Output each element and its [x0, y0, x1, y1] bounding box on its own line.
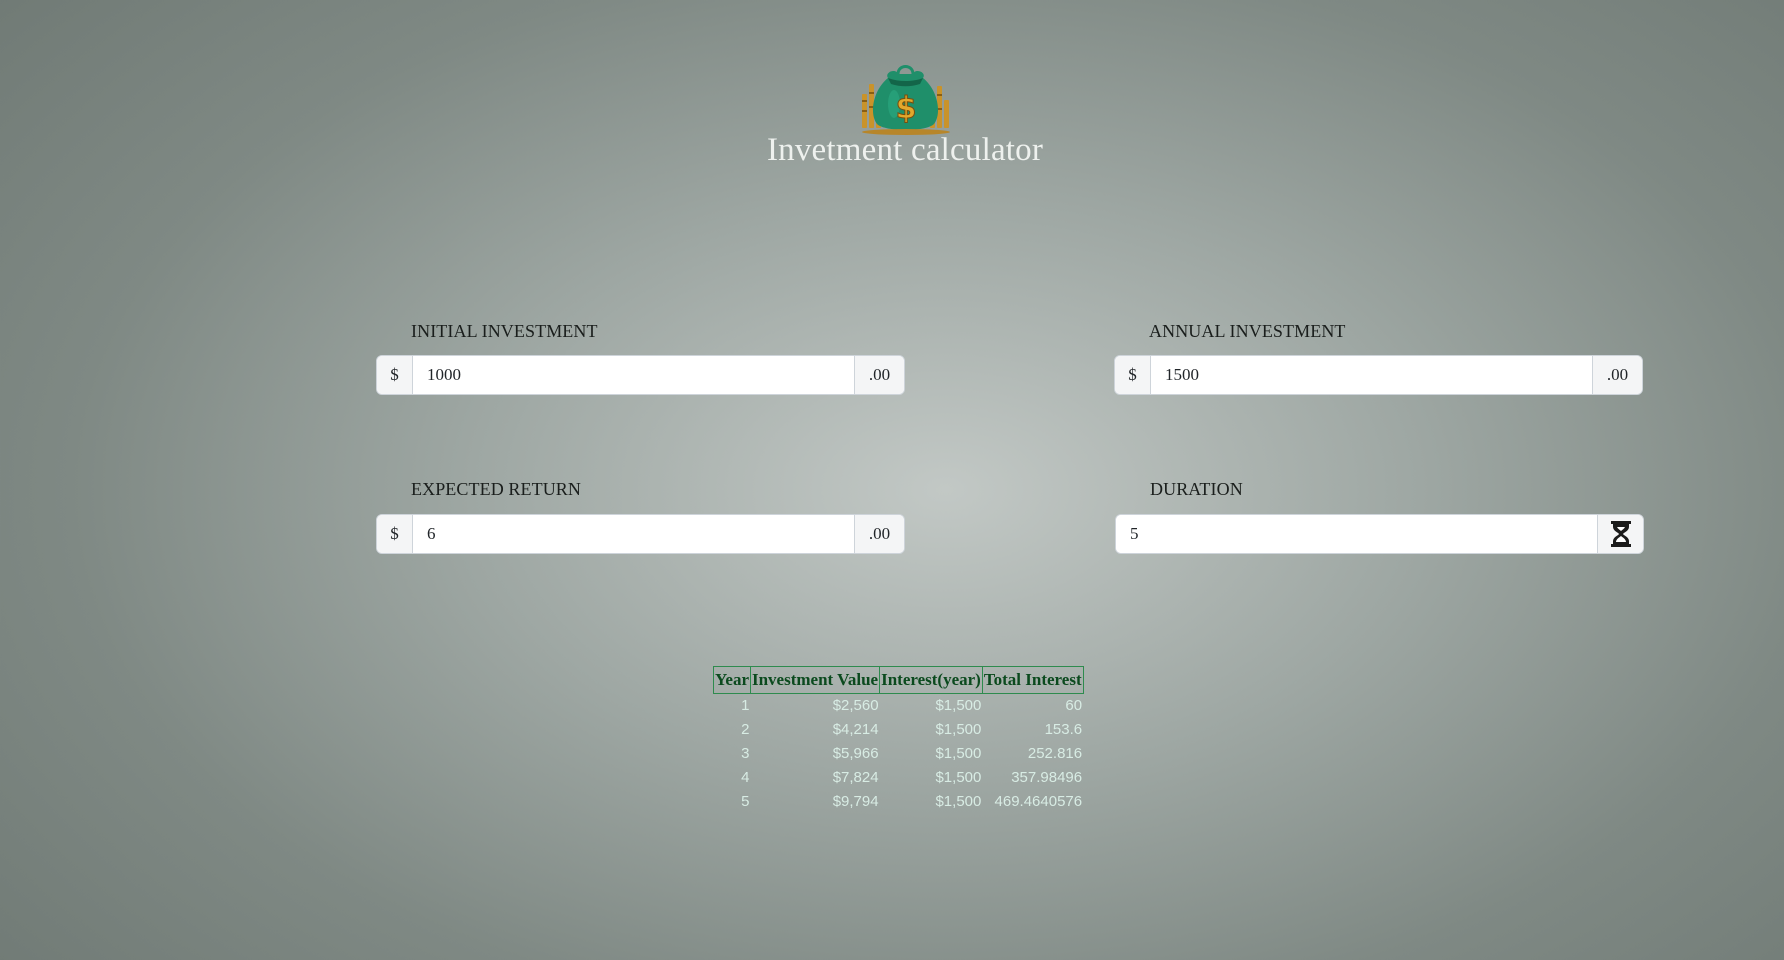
cell-total-interest: 357.98496 [1011, 769, 1083, 786]
cell-investment-value: $7,824 [832, 769, 879, 786]
currency-prefix: $ [1115, 356, 1151, 394]
cell-total-interest: 60 [1065, 697, 1083, 714]
cell-total-interest: 252.816 [1027, 745, 1083, 762]
cell-interest-year: $1,500 [935, 745, 982, 762]
cell-year: 2 [741, 721, 750, 738]
cell-interest-year: $1,500 [935, 697, 982, 714]
decimal-suffix: .00 [854, 356, 904, 394]
initial-investment-group: $ .00 [376, 355, 905, 395]
cell-year: 3 [741, 745, 750, 762]
cell-year: 4 [741, 769, 750, 786]
column-header-year: Year [713, 666, 751, 694]
currency-prefix: $ [377, 356, 413, 394]
annual-investment-input[interactable] [1151, 356, 1592, 394]
svg-text:$: $ [896, 91, 917, 126]
results-table: Year Investment Value Interest(year) Tot… [713, 666, 1084, 814]
currency-prefix: $ [377, 515, 413, 553]
cell-total-interest: 469.4640576 [994, 793, 1083, 810]
table-row: 4 $7,824 $1,500 357.98496 [714, 766, 1084, 790]
table-row: 2 $4,214 $1,500 153.6 [714, 718, 1084, 742]
table-row: 5 $9,794 $1,500 469.4640576 [714, 790, 1084, 814]
initial-investment-input[interactable] [413, 356, 854, 394]
duration-group [1115, 514, 1644, 554]
expected-return-group: $ .00 [376, 514, 905, 554]
table-row: 3 $5,966 $1,500 252.816 [714, 742, 1084, 766]
cell-interest-year: $1,500 [935, 793, 982, 810]
table-row: 1 $2,560 $1,500 60 [714, 694, 1084, 719]
decimal-suffix: .00 [854, 515, 904, 553]
cell-investment-value: $9,794 [832, 793, 879, 810]
annual-investment-group: $ .00 [1114, 355, 1643, 395]
decimal-suffix: .00 [1592, 356, 1642, 394]
expected-return-input[interactable] [413, 515, 854, 553]
expected-return-label: EXPECTED RETURN [411, 479, 581, 499]
duration-label: DURATION [1150, 479, 1243, 499]
cell-year: 5 [741, 793, 750, 810]
annual-investment-label: ANNUAL INVESTMENT [1149, 321, 1346, 341]
page-title: Invetment calculator [766, 132, 1044, 168]
cell-total-interest: 153.6 [1044, 721, 1083, 738]
column-header-interest-year: Interest(year) [879, 666, 983, 694]
cell-investment-value: $4,214 [832, 721, 879, 738]
table-header-row: Year Investment Value Interest(year) Tot… [713, 666, 1084, 694]
cell-investment-value: $5,966 [832, 745, 879, 762]
cell-interest-year: $1,500 [935, 721, 982, 738]
initial-investment-label: INITIAL INVESTMENT [411, 321, 598, 341]
column-header-total-interest: Total Interest [981, 666, 1084, 694]
hourglass-icon [1597, 515, 1643, 553]
cell-year: 1 [741, 697, 750, 714]
cell-interest-year: $1,500 [935, 769, 982, 786]
money-bag-icon: $ [858, 56, 953, 136]
cell-investment-value: $2,560 [832, 697, 879, 714]
column-header-investment-value: Investment Value [749, 666, 881, 694]
duration-input[interactable] [1116, 515, 1597, 553]
